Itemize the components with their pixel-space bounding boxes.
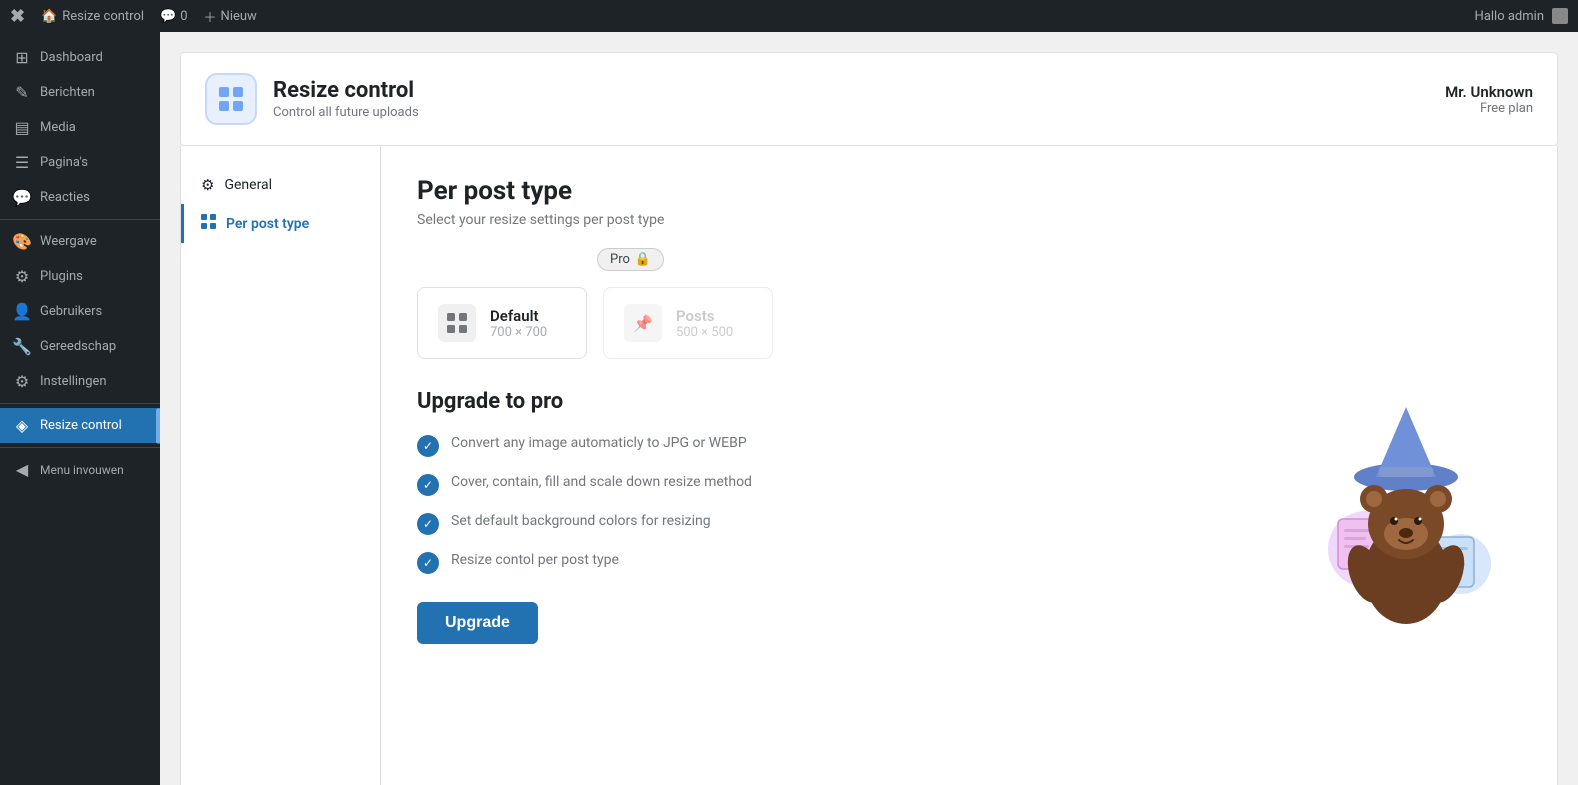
wizard-illustration — [1291, 389, 1521, 649]
plugin-user: Mr. Unknown Free plan — [1445, 83, 1533, 116]
dashboard-icon: ⊞ — [12, 48, 32, 67]
sidebar-item-instellingen[interactable]: ⚙ Instellingen — [0, 364, 160, 399]
admin-bar: ✖ 🏠 Resize control 💬 0 ＋ Nieuw Hallo adm… — [0, 0, 1578, 32]
user-name: Mr. Unknown — [1445, 83, 1533, 101]
pro-badge: Pro 🔒 — [597, 248, 664, 271]
per-post-type-icon — [201, 214, 216, 233]
house-icon: 🏠 — [41, 9, 57, 24]
feature-bg-colors: ✓ Set default background colors for resi… — [417, 512, 1261, 535]
sidebar-item-dashboard[interactable]: ⊞ Dashboard — [0, 40, 160, 75]
pro-badge-row: Pro 🔒 — [597, 248, 1521, 271]
comment-icon-link[interactable]: 💬 0 — [160, 9, 188, 24]
default-card-dims: 700 × 700 — [490, 325, 547, 340]
post-type-cards: Default 700 × 700 📌 Posts 500 × 500 — [417, 287, 1521, 359]
sidebar-item-reacties[interactable]: 💬 Reacties — [0, 180, 160, 215]
sidebar-item-plugins[interactable]: ⚙ Plugins — [0, 259, 160, 294]
default-card-icon — [438, 304, 476, 342]
sidebar-item-gereedschap[interactable]: 🔧 Gereedschap — [0, 329, 160, 364]
pro-label: Pro — [610, 252, 630, 267]
feature-list: ✓ Convert any image automaticly to JPG o… — [417, 434, 1261, 574]
sidebar-item-berichten[interactable]: ✎ Berichten — [0, 75, 160, 110]
plugin-header: Resize control Control all future upload… — [180, 52, 1558, 146]
section-title: Per post type — [417, 176, 1521, 206]
weergave-icon: 🎨 — [12, 232, 32, 251]
site-name[interactable]: 🏠 Resize control — [41, 9, 144, 24]
resize-control-icon: ◈ — [12, 416, 32, 435]
gebruikers-icon: 👤 — [12, 302, 32, 321]
new-item[interactable]: ＋ Nieuw — [204, 7, 257, 26]
posts-card-dims: 500 × 500 — [676, 325, 733, 340]
sidebar-item-weergave[interactable]: 🎨 Weergave — [0, 224, 160, 259]
card-posts[interactable]: 📌 Posts 500 × 500 — [603, 287, 773, 359]
lock-icon: 🔒 — [635, 252, 651, 267]
plan-label: Free plan — [1445, 101, 1533, 116]
plugin-subtitle: Control all future uploads — [273, 105, 419, 120]
plugin-body: ⚙ General Per post type — [180, 146, 1558, 785]
plugin-title: Resize control — [273, 78, 419, 103]
plugin-logo — [205, 73, 257, 125]
sidebar-item-menu-invouwen[interactable]: ◀ Menu invouwen — [0, 452, 160, 487]
check-icon-resize-method: ✓ — [417, 474, 439, 496]
nav-item-general[interactable]: ⚙ General — [181, 166, 380, 204]
media-icon: ▤ — [12, 118, 32, 137]
sidebar-item-paginas[interactable]: ☰ Pagina's — [0, 145, 160, 180]
check-icon-per-post-type: ✓ — [417, 552, 439, 574]
check-icon-bg-colors: ✓ — [417, 513, 439, 535]
upgrade-content: Upgrade to pro ✓ Convert any image autom… — [417, 389, 1261, 644]
main-content: Per post type Select your resize setting… — [381, 146, 1557, 785]
nav-item-per-post-type[interactable]: Per post type — [181, 204, 380, 243]
user-avatar — [1552, 8, 1568, 24]
upgrade-section: Upgrade to pro ✓ Convert any image autom… — [417, 389, 1521, 649]
collapse-icon: ◀ — [12, 460, 32, 479]
card-default[interactable]: Default 700 × 700 — [417, 287, 587, 359]
gereedschap-icon: 🔧 — [12, 337, 32, 356]
instellingen-icon: ⚙ — [12, 372, 32, 391]
sidebar-item-gebruikers[interactable]: 👤 Gebruikers — [0, 294, 160, 329]
content-area: Resize control Control all future upload… — [160, 32, 1578, 785]
paginas-icon: ☰ — [12, 153, 32, 172]
user-greeting: Hallo admin — [1475, 9, 1544, 24]
feature-per-post-type: ✓ Resize contol per post type — [417, 551, 1261, 574]
feature-jpg-webp: ✓ Convert any image automaticly to JPG o… — [417, 434, 1261, 457]
upgrade-button[interactable]: Upgrade — [417, 602, 538, 644]
reacties-icon: 💬 — [12, 188, 32, 207]
berichten-icon: ✎ — [12, 83, 32, 102]
wp-logo: ✖ — [10, 6, 25, 27]
comment-icon: 💬 — [160, 9, 176, 24]
plus-icon: ＋ — [204, 7, 217, 26]
admin-menu: ⊞ Dashboard ✎ Berichten ▤ Media ☰ Pagina… — [0, 32, 160, 785]
check-icon-jpg-webp: ✓ — [417, 435, 439, 457]
default-card-label: Default — [490, 307, 547, 325]
upgrade-title: Upgrade to pro — [417, 389, 1261, 414]
sidebar-item-resize-control[interactable]: ◈ Resize control — [0, 408, 160, 443]
plugin-side-nav: ⚙ General Per post type — [181, 146, 381, 785]
posts-card-icon: 📌 — [624, 304, 662, 342]
plugins-icon: ⚙ — [12, 267, 32, 286]
section-subtitle: Select your resize settings per post typ… — [417, 212, 1521, 228]
feature-resize-method: ✓ Cover, contain, fill and scale down re… — [417, 473, 1261, 496]
sidebar-item-media[interactable]: ▤ Media — [0, 110, 160, 145]
general-icon: ⚙ — [201, 176, 214, 194]
posts-card-label: Posts — [676, 307, 733, 325]
